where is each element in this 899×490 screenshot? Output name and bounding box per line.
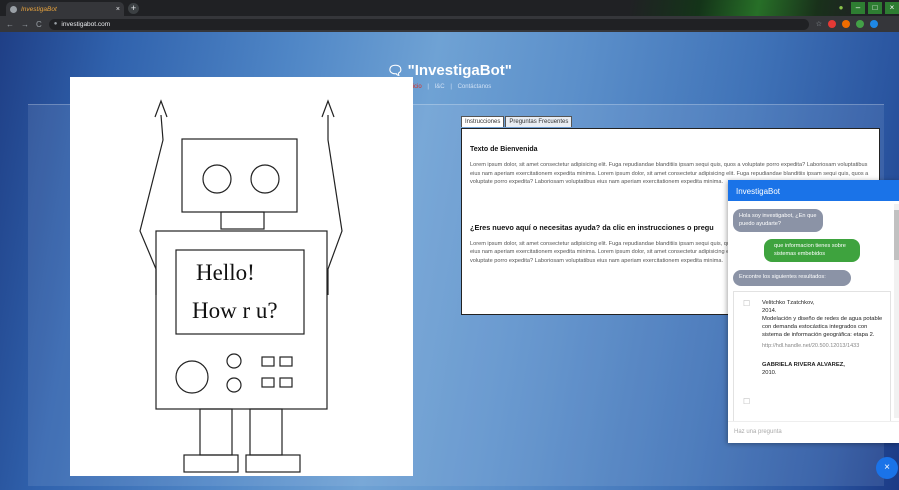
back-icon[interactable]: ← [6,20,14,29]
document-icon: ☐ [743,397,751,406]
robot-screen-line2: How r u? [192,298,278,323]
welcome-heading: Texto de Bienvenida [470,146,538,153]
reload-icon[interactable]: C [36,20,42,29]
result-author: GABRIELA RIVERA ALVAREZ, [762,361,845,368]
nav-ric-link[interactable]: I&C [435,84,445,90]
robot-illustration: Hello! How r u? [70,77,413,476]
bot-message: Hola soy investigabot, ¿En que puedo ayu… [733,209,823,232]
url-text: investigabot.com [61,20,111,28]
tab-close-icon[interactable]: × [116,6,120,13]
tab-preguntas-frecuentes[interactable]: Preguntas Frecuentes [505,116,573,127]
maximize-button[interactable]: □ [868,2,882,14]
chat-messages[interactable]: Hola soy investigabot, ¿En que puedo ayu… [728,201,899,421]
bot-message: Encontre los siguientes resultados: [733,270,851,286]
user-message: que informacion tienes sobre sistemas em… [764,239,860,262]
extension-icon[interactable] [842,20,851,28]
result-link[interactable]: http://hdl.handle.net/20.500.12013/1433 [762,343,884,351]
result-author: Velitchko Tzatchkov, [762,300,815,306]
chat-input[interactable]: Haz una pregunta [728,421,899,443]
new-tab-button[interactable]: + [128,3,139,14]
result-title: Modelación y diseño de redes de agua pot… [762,316,883,338]
extension-icon[interactable] [856,20,865,28]
browser-tabbar: InvestigaBot × + ● – □ × [0,0,899,30]
bookmark-star-icon[interactable]: ☆ [816,20,822,28]
result-year: 2014. [762,308,777,314]
favicon-icon [10,5,17,13]
chat-close-button[interactable]: × [876,457,898,479]
lock-icon: ● [53,21,58,27]
chat-header: InvestigaBot [728,180,899,201]
profile-avatar[interactable] [870,20,879,28]
result-year: 2010. [762,369,777,376]
chat-bubbles-icon: 🗨 [387,63,404,78]
info-tabs: Instrucciones Preguntas Frecuentes [461,116,573,127]
nav-contact-link[interactable]: Contáctanos [458,84,492,90]
chat-scrollbar[interactable] [894,204,899,418]
chat-widget: InvestigaBot Hola soy investigabot, ¿En … [728,180,899,443]
extension-heart-icon[interactable] [828,20,837,28]
robot-screen-line1: Hello! [196,260,255,285]
extensions-area: ☆ [816,20,879,28]
tab-title: InvestigaBot [21,5,57,13]
close-window-button[interactable]: × [885,2,899,14]
nav-separator: | [427,84,429,90]
forward-icon[interactable]: → [21,20,29,29]
tab-instrucciones[interactable]: Instrucciones [461,116,505,127]
robot-drawing: Hello! How r u? [139,99,343,473]
scrollbar-thumb[interactable] [894,210,899,260]
document-icon: ☐ [743,299,751,308]
minimize-button[interactable]: – [851,2,865,14]
address-bar-row: ← → C ● investigabot.com ☆ [0,16,899,32]
nav-separator: | [450,84,452,90]
url-field[interactable]: ● investigabot.com [48,18,809,30]
search-results-card: ☐ Velitchko Tzatchkov, 2014. Modelación … [733,291,891,421]
extension-icon[interactable]: ● [834,2,848,14]
browser-tab[interactable]: InvestigaBot × [6,2,124,16]
